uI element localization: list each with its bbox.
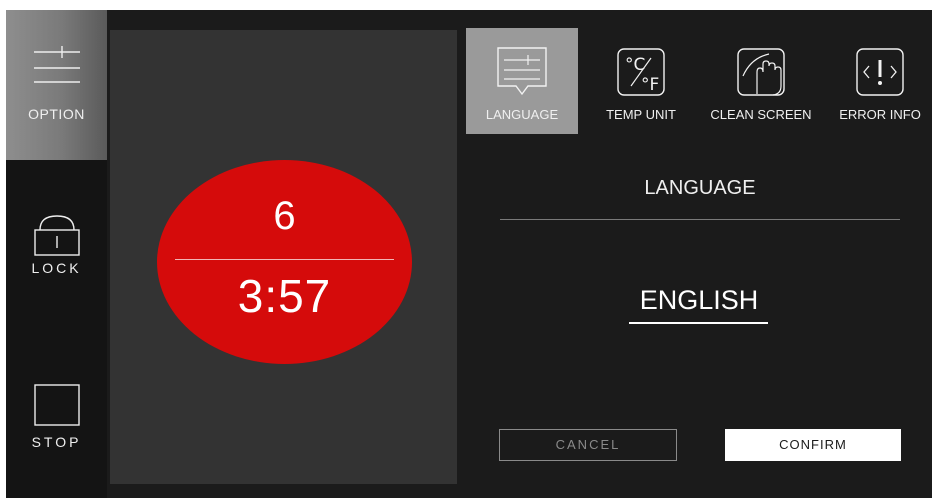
timer-divider xyxy=(175,259,394,260)
lock-label: LOCK xyxy=(31,260,82,276)
stop-label: STOP xyxy=(31,434,82,450)
timer-circle[interactable]: 6 3:57 xyxy=(157,160,412,364)
error-info-icon xyxy=(854,46,906,103)
stop-icon xyxy=(33,384,80,431)
language-selector[interactable]: ENGLISH xyxy=(629,285,769,316)
svg-text:°C: °C xyxy=(625,55,645,75)
tab-language[interactable]: LANGUAGE xyxy=(466,28,578,134)
tab-error-info[interactable]: ERROR INFO xyxy=(828,28,932,134)
sliders-icon xyxy=(33,44,80,91)
timer-time: 3:57 xyxy=(237,270,332,322)
language-heading: LANGUAGE xyxy=(644,177,756,199)
option-button[interactable]: OPTION xyxy=(6,10,107,160)
language-underline xyxy=(629,322,768,324)
oven-control-screen: OPTION LOCK STOP 6 3:57 LANGUAGE °C °F T… xyxy=(6,10,932,498)
cancel-button[interactable]: CANCEL xyxy=(499,429,677,461)
option-label: OPTION xyxy=(28,106,85,122)
sidebar: OPTION LOCK STOP xyxy=(6,10,107,498)
temp-unit-icon: °C °F xyxy=(615,46,667,103)
confirm-button[interactable]: CONFIRM xyxy=(725,429,901,461)
stop-button[interactable]: STOP xyxy=(6,370,107,480)
tab-clean-screen-label: CLEAN SCREEN xyxy=(710,107,812,122)
tab-temp-unit[interactable]: °C °F TEMP UNIT xyxy=(590,28,692,134)
clean-screen-icon xyxy=(735,46,787,103)
tab-temp-unit-label: TEMP UNIT xyxy=(606,107,676,122)
tab-error-info-label: ERROR INFO xyxy=(839,107,921,122)
tab-clean-screen[interactable]: CLEAN SCREEN xyxy=(704,28,818,134)
timer-level: 6 xyxy=(273,194,296,238)
timer-panel: 6 3:57 xyxy=(110,30,457,484)
language-icon xyxy=(496,46,548,103)
tab-language-label: LANGUAGE xyxy=(485,107,559,122)
svg-text:°F: °F xyxy=(641,75,659,95)
lock-button[interactable]: LOCK xyxy=(6,200,107,310)
lock-icon xyxy=(33,214,80,261)
language-divider xyxy=(500,219,900,220)
